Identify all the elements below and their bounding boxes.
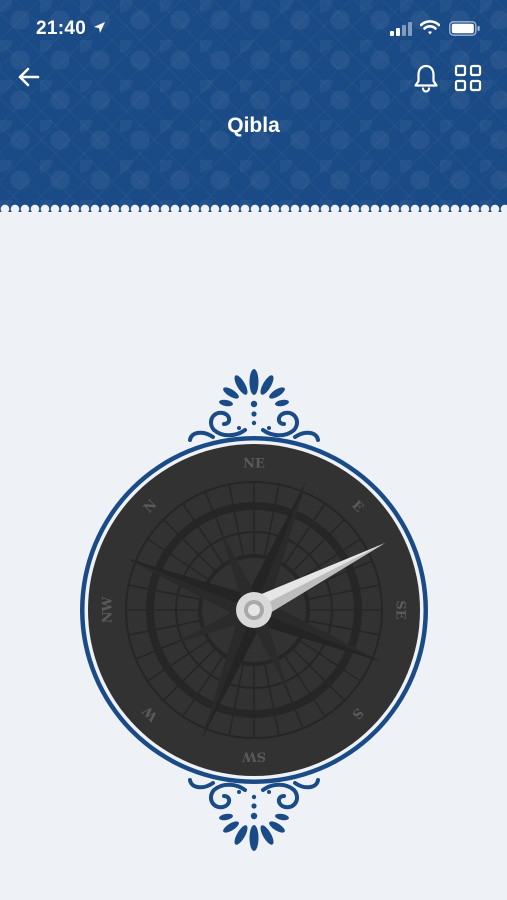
bell-icon[interactable] [411,62,441,94]
top-ornament [188,367,320,442]
back-arrow-icon[interactable] [14,62,44,92]
grid-icon[interactable] [454,64,482,92]
status-time: 21:40 [36,18,87,39]
wifi-icon [420,20,440,35]
bottom-ornament [188,778,320,853]
battery-icon [449,21,480,36]
location-arrow-icon [94,22,105,33]
direction-label-nw: NW [101,596,116,623]
direction-label-ne: NE [243,457,265,472]
header-lace-border [0,200,507,214]
page-title: Qibla [227,114,280,137]
status-bar: 21:40 [0,0,507,56]
direction-label-sw: SW [242,749,266,764]
qibla-compass: NNEESESSWWNW [80,367,428,853]
direction-label-se: SE [393,600,408,619]
cellular-signal-icon [390,22,412,36]
